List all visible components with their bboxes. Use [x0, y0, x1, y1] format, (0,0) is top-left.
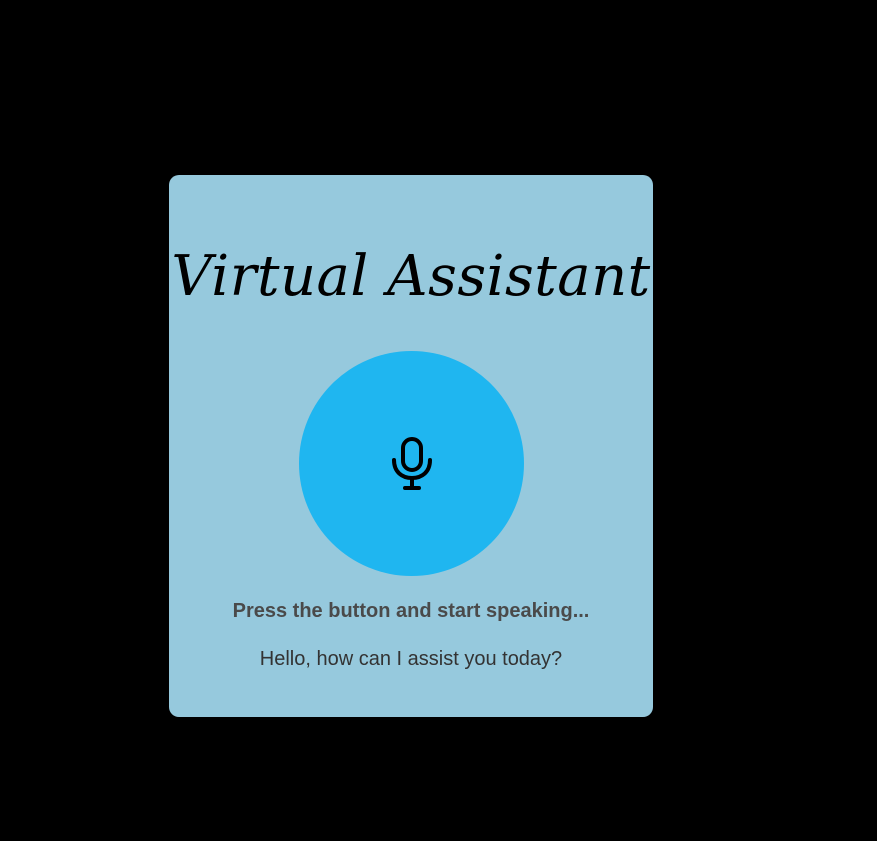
assistant-response: Hello, how can I assist you today? [259, 648, 563, 670]
microphone-icon [391, 436, 432, 490]
app-title: Virtual Assistant [171, 244, 651, 309]
instruction-text: Press the button and start speaking... [232, 600, 590, 622]
microphone-button[interactable] [299, 351, 524, 576]
assistant-card: Virtual Assistant Press the button and s… [169, 175, 653, 717]
